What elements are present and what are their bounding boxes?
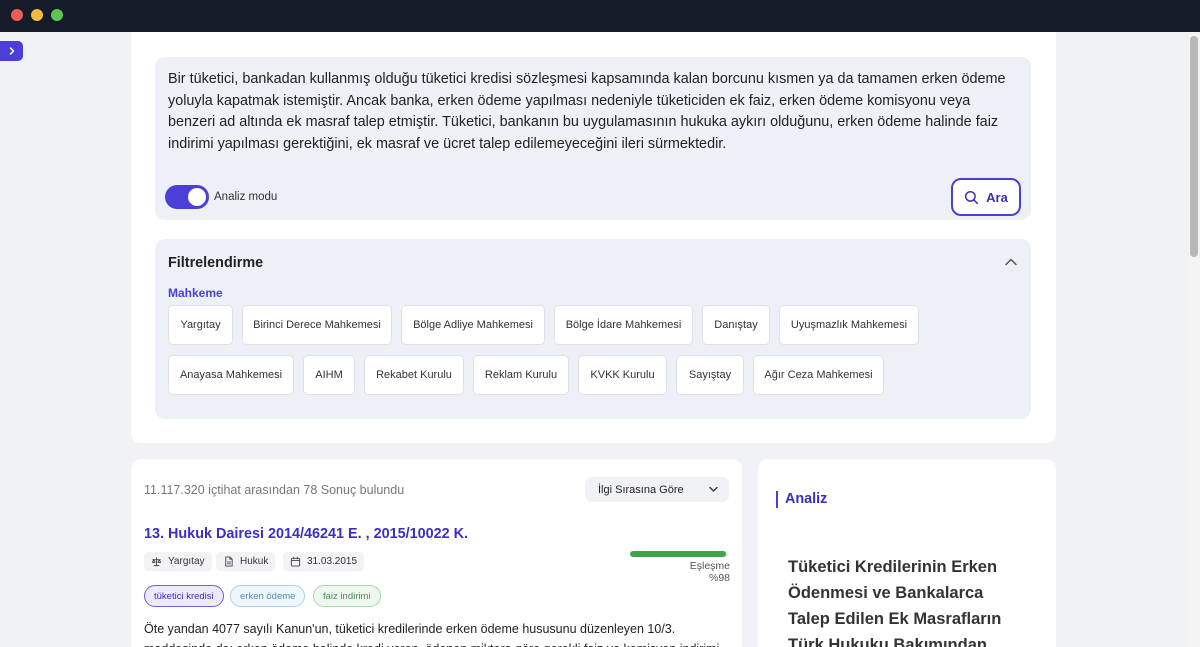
court-chip[interactable]: Bölge Adliye Mahkemesi: [401, 305, 545, 345]
tag-chip[interactable]: faiz indirimi: [313, 585, 381, 607]
court-chip[interactable]: Rekabet Kurulu: [364, 355, 464, 395]
results-count: 11.117.320 içtihat arasından 78 Sonuç bu…: [144, 483, 405, 497]
case-excerpt: Öte yandan 4077 sayılı Kanun'un, tüketic…: [144, 622, 719, 647]
search-panel: Bir tüketici, bankadan kullanmış olduğu …: [131, 32, 1056, 443]
maximize-window-button[interactable]: [51, 9, 63, 21]
chevron-down-icon: [709, 486, 718, 492]
chevron-right-icon: [9, 47, 14, 55]
match-label: Eşleşme %98: [689, 560, 730, 584]
search-button-label: Ara: [986, 189, 1008, 205]
search-button[interactable]: Ara: [951, 178, 1021, 216]
scrollbar-thumb[interactable]: [1190, 36, 1198, 257]
date-meta: 31.03.2015: [283, 552, 365, 571]
calendar-icon: [290, 556, 301, 567]
court-chip[interactable]: Ağır Ceza Mahkemesi: [753, 355, 884, 395]
search-icon: [965, 190, 979, 204]
sidebar-toggle-button[interactable]: [0, 41, 23, 61]
court-meta-label: Yargıtay: [168, 556, 205, 567]
match-progress-bar: [630, 551, 728, 557]
match-progress-fill: [630, 551, 727, 557]
court-chip[interactable]: Birinci Derece Mahkemesi: [242, 305, 392, 345]
window-titlebar: [0, 0, 1200, 32]
document-icon: [225, 556, 233, 567]
court-chip[interactable]: Reklam Kurulu: [473, 355, 569, 395]
minimize-window-button[interactable]: [31, 9, 43, 21]
toggle-knob: [188, 188, 206, 206]
close-window-button[interactable]: [11, 9, 23, 21]
analysis-heading: Tüketici Kredilerinin Erken Ödenmesi ve …: [788, 558, 1002, 647]
category-meta: Hukuk: [216, 552, 276, 571]
sort-select[interactable]: İlgi Sırasına Göre: [585, 477, 729, 502]
tag-chip[interactable]: erken ödeme: [230, 585, 306, 607]
court-chip[interactable]: AIHM: [303, 355, 355, 395]
court-meta: Yargıtay: [144, 552, 212, 571]
filter-title: Filtrelendirme: [168, 255, 264, 271]
results-panel: 11.117.320 içtihat arasından 78 Sonuç bu…: [131, 459, 742, 647]
category-meta-label: Hukuk: [240, 556, 269, 567]
court-chip[interactable]: Yargıtay: [168, 305, 233, 345]
court-chip[interactable]: Uyuşmazlık Mahkemesi: [779, 305, 919, 345]
query-text[interactable]: Bir tüketici, bankadan kullanmış olduğu …: [168, 69, 1018, 156]
court-chip[interactable]: Sayıştay: [676, 355, 744, 395]
analysis-title: Analiz: [776, 491, 827, 508]
page-scrollbar[interactable]: [1188, 32, 1200, 647]
case-title-link[interactable]: 13. Hukuk Dairesi 2014/46241 E. , 2015/1…: [144, 526, 468, 542]
analysis-mode-label: Analiz modu: [214, 191, 278, 203]
date-meta-label: 31.03.2015: [307, 556, 358, 567]
query-input-area[interactable]: Bir tüketici, bankadan kullanmış olduğu …: [155, 57, 1031, 220]
chevron-up-icon[interactable]: [1004, 257, 1018, 267]
court-chip[interactable]: Anayasa Mahkemesi: [168, 355, 294, 395]
scale-icon: [151, 557, 162, 567]
sort-select-value: İlgi Sırasına Göre: [598, 483, 684, 496]
court-chip[interactable]: KVKK Kurulu: [578, 355, 667, 395]
court-chip[interactable]: Bölge İdare Mahkemesi: [554, 305, 693, 345]
court-group-label: Mahkeme: [168, 286, 223, 300]
filter-panel: Filtrelendirme Mahkeme Yargıtay Birinci …: [155, 239, 1031, 419]
analysis-mode-toggle[interactable]: [165, 185, 209, 209]
analysis-panel: Analiz Tüketici Kredilerinin Erken Ödenm…: [758, 459, 1056, 647]
tag-chip[interactable]: tüketici kredisi: [144, 585, 224, 607]
court-chip[interactable]: Danıştay: [702, 305, 770, 345]
